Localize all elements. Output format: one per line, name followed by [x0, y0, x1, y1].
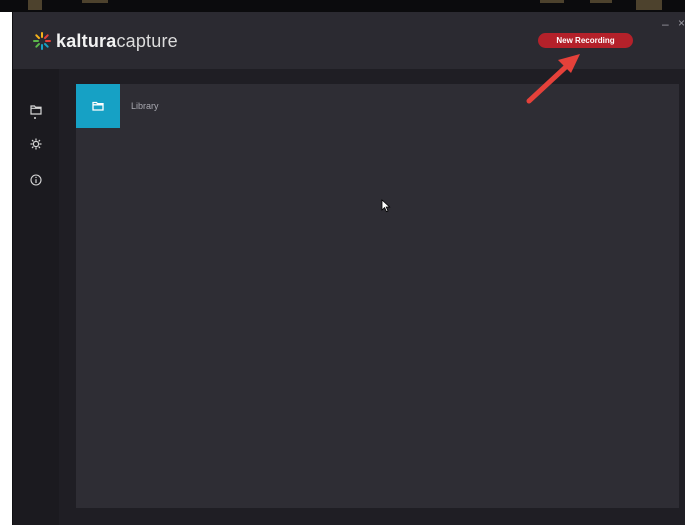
annotation-arrow-icon: [526, 54, 580, 104]
